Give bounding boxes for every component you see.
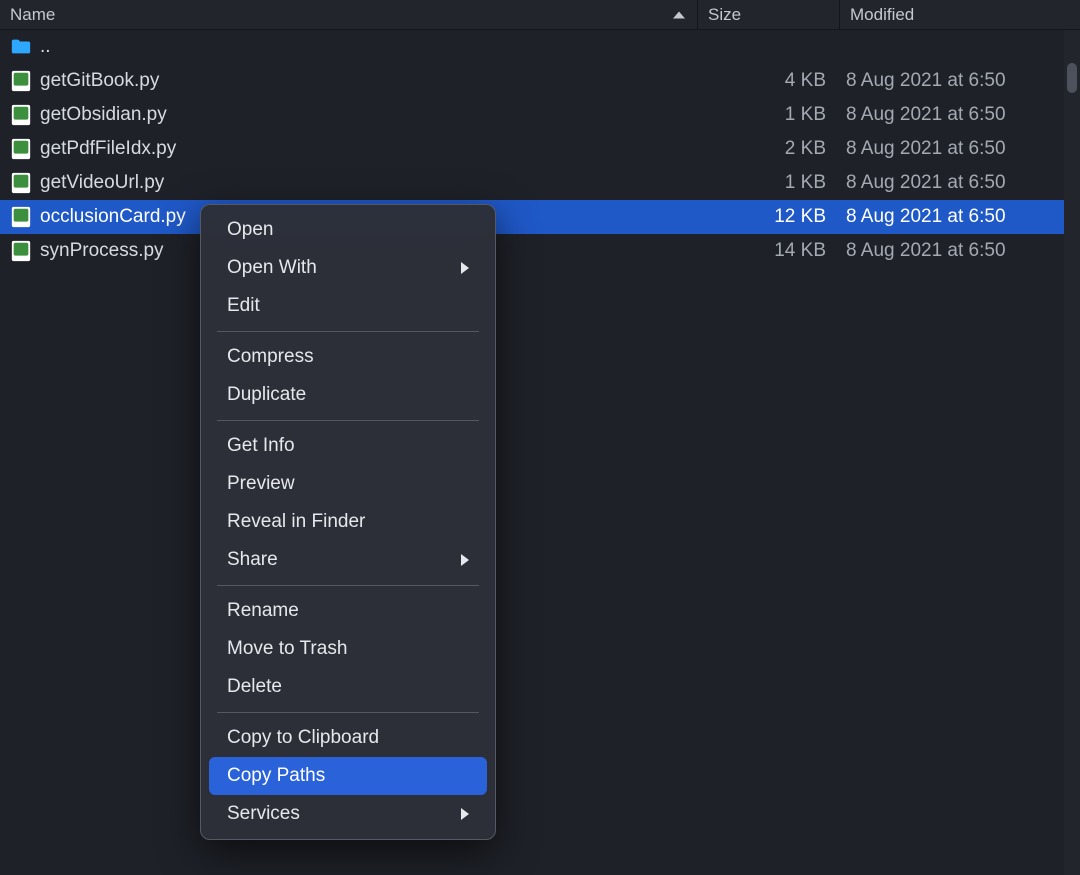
scrollbar-thumb[interactable] (1067, 63, 1077, 93)
menu-item-label: Copy Paths (227, 765, 325, 787)
chevron-right-icon (461, 554, 469, 566)
column-name-label: Name (10, 5, 55, 25)
file-size: 12 KB (698, 206, 840, 228)
python-file-icon (10, 206, 32, 228)
menu-item-rename[interactable]: Rename (209, 592, 487, 630)
python-file-icon (10, 172, 32, 194)
file-size: 1 KB (698, 172, 840, 194)
menu-separator (217, 420, 479, 421)
menu-item-label: Preview (227, 473, 295, 495)
menu-item-move-to-trash[interactable]: Move to Trash (209, 630, 487, 668)
menu-item-preview[interactable]: Preview (209, 465, 487, 503)
file-row[interactable]: synProcess.py 14 KB 8 Aug 2021 at 6:50 (0, 234, 1080, 268)
parent-directory-row[interactable]: .. (0, 30, 1080, 64)
column-header-modified[interactable]: Modified (840, 0, 1080, 29)
folder-icon (10, 36, 32, 58)
file-size: 14 KB (698, 240, 840, 262)
scrollbar-track[interactable] (1064, 30, 1080, 875)
file-modified: 8 Aug 2021 at 6:50 (840, 138, 1080, 160)
menu-item-edit[interactable]: Edit (209, 287, 487, 325)
file-list: .. getGitBook.py 4 KB 8 Aug 2021 at 6:50… (0, 30, 1080, 268)
column-size-label: Size (708, 5, 741, 25)
sort-ascending-icon (673, 11, 685, 18)
chevron-right-icon (461, 262, 469, 274)
menu-item-reveal-in-finder[interactable]: Reveal in Finder (209, 503, 487, 541)
menu-item-open-with[interactable]: Open With (209, 249, 487, 287)
python-file-icon (10, 104, 32, 126)
file-name-label: getObsidian.py (40, 104, 167, 126)
file-name-label: synProcess.py (40, 240, 164, 262)
file-name-label: getVideoUrl.py (40, 172, 164, 194)
menu-item-label: Open With (227, 257, 317, 279)
column-header-size[interactable]: Size (698, 0, 840, 29)
file-name-label: getGitBook.py (40, 70, 159, 92)
menu-item-open[interactable]: Open (209, 211, 487, 249)
file-modified: 8 Aug 2021 at 6:50 (840, 206, 1080, 228)
menu-item-label: Reveal in Finder (227, 511, 365, 533)
file-row[interactable]: getPdfFileIdx.py 2 KB 8 Aug 2021 at 6:50 (0, 132, 1080, 166)
menu-item-label: Open (227, 219, 273, 241)
menu-separator (217, 331, 479, 332)
file-modified: 8 Aug 2021 at 6:50 (840, 172, 1080, 194)
menu-separator (217, 712, 479, 713)
file-row[interactable]: occlusionCard.py 12 KB 8 Aug 2021 at 6:5… (0, 200, 1080, 234)
menu-item-label: Edit (227, 295, 260, 317)
menu-item-share[interactable]: Share (209, 541, 487, 579)
menu-item-get-info[interactable]: Get Info (209, 427, 487, 465)
column-modified-label: Modified (850, 5, 914, 25)
menu-item-label: Get Info (227, 435, 295, 457)
menu-item-label: Duplicate (227, 384, 306, 406)
menu-item-delete[interactable]: Delete (209, 668, 487, 706)
menu-item-copy-to-clipboard[interactable]: Copy to Clipboard (209, 719, 487, 757)
menu-item-duplicate[interactable]: Duplicate (209, 376, 487, 414)
menu-item-label: Services (227, 803, 300, 825)
menu-item-label: Copy to Clipboard (227, 727, 379, 749)
file-modified: 8 Aug 2021 at 6:50 (840, 240, 1080, 262)
menu-item-services[interactable]: Services (209, 795, 487, 833)
file-size: 4 KB (698, 70, 840, 92)
file-modified: 8 Aug 2021 at 6:50 (840, 70, 1080, 92)
file-modified: 8 Aug 2021 at 6:50 (840, 104, 1080, 126)
file-name-label: occlusionCard.py (40, 206, 186, 228)
file-row[interactable]: getObsidian.py 1 KB 8 Aug 2021 at 6:50 (0, 98, 1080, 132)
menu-item-label: Delete (227, 676, 282, 698)
python-file-icon (10, 70, 32, 92)
menu-item-label: Share (227, 549, 278, 571)
menu-item-label: Rename (227, 600, 299, 622)
file-name-label: getPdfFileIdx.py (40, 138, 176, 160)
python-file-icon (10, 138, 32, 160)
column-header-row: Name Size Modified (0, 0, 1080, 30)
file-size: 1 KB (698, 104, 840, 126)
menu-item-copy-paths[interactable]: Copy Paths (209, 757, 487, 795)
parent-directory-label: .. (40, 36, 51, 58)
column-header-name[interactable]: Name (0, 0, 698, 29)
file-row[interactable]: getVideoUrl.py 1 KB 8 Aug 2021 at 6:50 (0, 166, 1080, 200)
menu-separator (217, 585, 479, 586)
menu-item-label: Move to Trash (227, 638, 347, 660)
python-file-icon (10, 240, 32, 262)
context-menu: Open Open With Edit Compress Duplicate Get In… (200, 204, 496, 840)
menu-item-label: Compress (227, 346, 314, 368)
file-row[interactable]: getGitBook.py 4 KB 8 Aug 2021 at 6:50 (0, 64, 1080, 98)
menu-item-compress[interactable]: Compress (209, 338, 487, 376)
file-size: 2 KB (698, 138, 840, 160)
chevron-right-icon (461, 808, 469, 820)
